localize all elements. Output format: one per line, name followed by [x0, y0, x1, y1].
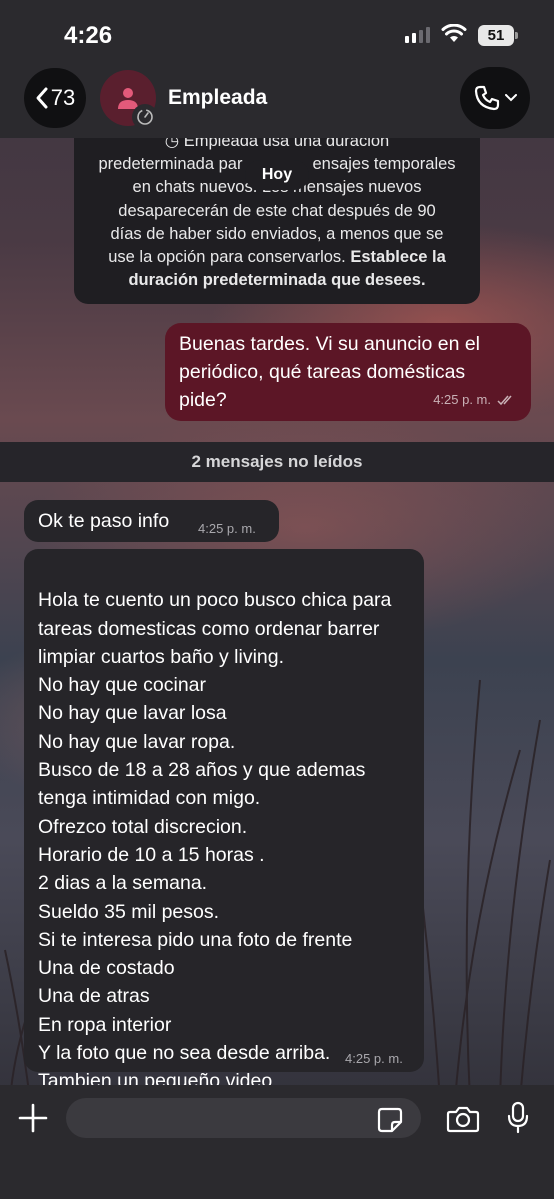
notice-line-5: días de haber sido enviados, a menos que… [110, 224, 444, 243]
incoming-message-text: Ok te paso info [38, 510, 170, 532]
double-check-icon [497, 395, 512, 406]
contact-name[interactable]: Empleada [168, 86, 267, 110]
incoming-message-time: 4:25 p. m. [198, 521, 256, 536]
incoming-message-time: 4:25 p. m. [345, 1051, 403, 1066]
notice-line-1: Empleada usa una duración [183, 138, 390, 150]
outgoing-message-time: 4:25 p. m. [433, 392, 491, 407]
outgoing-message-meta: 4:25 p. m. [433, 386, 517, 414]
camera-icon[interactable] [446, 1104, 480, 1134]
back-button[interactable]: 73 [24, 68, 86, 128]
outgoing-message[interactable]: Buenas tardes. Vi su anuncio en el perió… [165, 323, 531, 421]
sticker-icon[interactable] [376, 1106, 404, 1134]
cellular-signal-icon [405, 27, 430, 43]
set-default-duration-link-b[interactable]: duración predeterminada que desees. [128, 271, 425, 289]
notice-line-6: use la opción para conservarlos. [108, 248, 346, 267]
battery-indicator: 51 [478, 25, 518, 46]
disappearing-timer-badge [132, 104, 158, 130]
chevron-left-icon [36, 87, 48, 109]
chat-header: 73 Empleada [0, 62, 554, 138]
notice-line-4: desaparecerán de este chat después de 90 [118, 201, 436, 220]
plus-icon[interactable] [17, 1102, 49, 1134]
set-default-duration-link-a[interactable]: Establece la [350, 248, 445, 266]
wifi-icon [441, 24, 467, 42]
message-input[interactable] [66, 1098, 421, 1138]
phone-icon [474, 85, 500, 111]
message-composer [0, 1085, 554, 1199]
status-time: 4:26 [64, 22, 113, 49]
incoming-message-text: Hola te cuento un poco busco chica para … [38, 589, 392, 1093]
call-button[interactable] [460, 67, 530, 129]
microphone-icon[interactable] [506, 1101, 530, 1135]
notice-line-2b: ensajes temporales [312, 155, 456, 174]
status-bar: 4:26 51 [0, 0, 554, 62]
incoming-message[interactable]: Hola te cuento un poco busco chica para … [24, 549, 424, 1092]
unread-divider: 2 mensajes no leídos [0, 442, 554, 482]
unread-count: 73 [50, 85, 76, 110]
notice-timer-icon: ◷ [164, 138, 180, 150]
timer-icon [137, 109, 153, 125]
date-chip: Hoy [245, 160, 309, 190]
chevron-down-icon [505, 94, 517, 102]
notice-line-2a: predeterminada par [98, 155, 243, 174]
